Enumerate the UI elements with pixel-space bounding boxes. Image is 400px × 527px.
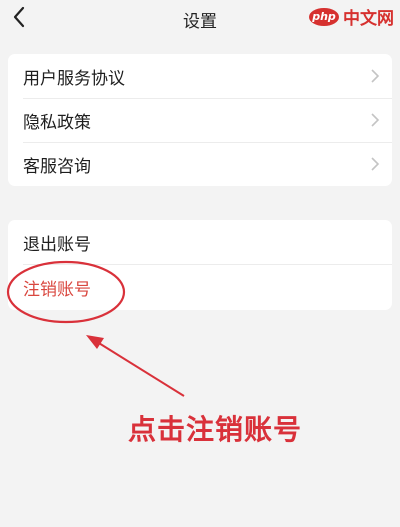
settings-item-label: 用户服务协议 [23,68,125,89]
watermark-text: 中文网 [343,9,394,29]
settings-item-label: 客服咨询 [23,156,91,177]
watermark-logo: php 中文网 [309,4,394,29]
settings-group-info: 用户服务协议 隐私政策 客服咨询 [8,54,392,186]
chevron-right-icon [371,113,380,127]
settings-item-customer-service[interactable]: 客服咨询 [8,142,392,186]
chevron-right-icon [371,69,380,83]
highlight-circle [6,260,126,324]
settings-item-label: 退出账号 [23,234,91,255]
settings-item-privacy-policy[interactable]: 隐私政策 [8,98,392,142]
top-bar: 设置 php 中文网 [0,0,400,36]
settings-item-user-agreement[interactable]: 用户服务协议 [8,54,392,98]
instruction-text: 点击注销账号 [128,413,303,446]
php-logo: php [309,7,339,26]
settings-item-label: 隐私政策 [23,112,91,133]
chevron-right-icon [371,157,380,171]
